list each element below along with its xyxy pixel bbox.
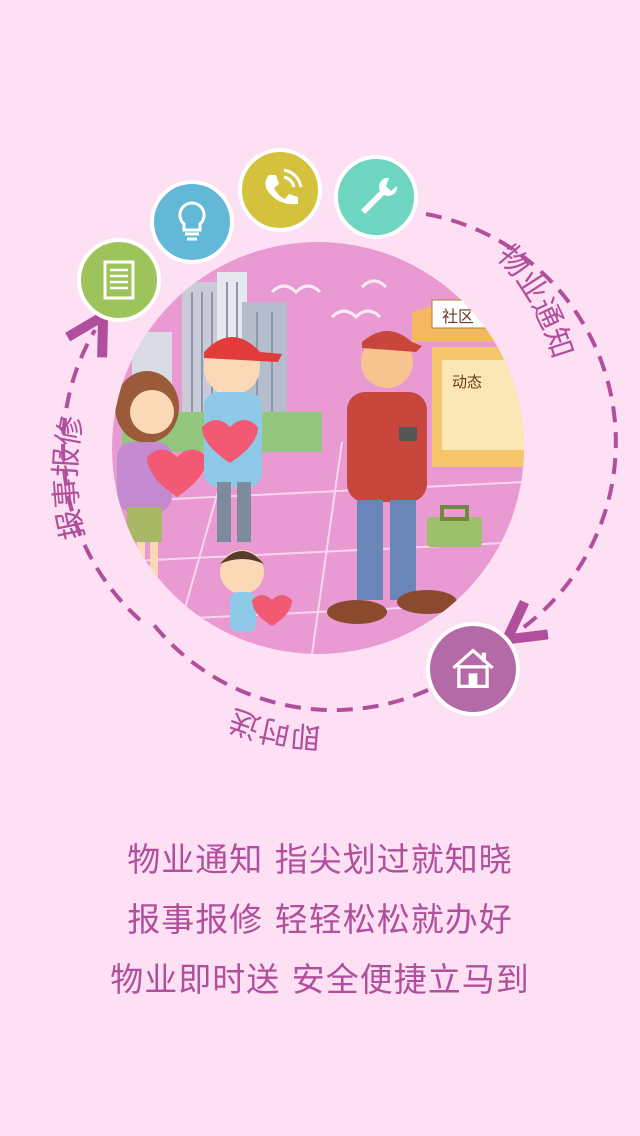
home-icon[interactable] <box>426 622 520 716</box>
notice-board-text: 动态 <box>452 373 482 391</box>
wrench-icon[interactable] <box>334 155 418 239</box>
tagline-notice: 物业通知 指尖划过就知晓 <box>127 840 513 879</box>
document-icon[interactable] <box>77 238 161 322</box>
ring-label-delivery: 即时送 <box>225 701 322 754</box>
feature-taglines: 物业通知 指尖划过就知晓 报事报修 轻轻松松就办好 物业即时送 安全便捷立马到 <box>0 830 640 1010</box>
feature-ring: 物业通知 报事报修 即时送 社区 动态 <box>0 0 640 760</box>
lightbulb-icon[interactable] <box>150 180 234 264</box>
ring-label-repair: 报事报修 <box>49 413 92 542</box>
community-illustration: 社区 动态 <box>112 242 524 654</box>
community-sign-text: 社区 <box>442 307 474 326</box>
phone-icon[interactable] <box>238 148 322 232</box>
tagline-delivery: 物业即时送 安全便捷立马到 <box>110 960 530 999</box>
tagline-repair: 报事报修 轻轻松松就办好 <box>127 900 513 939</box>
